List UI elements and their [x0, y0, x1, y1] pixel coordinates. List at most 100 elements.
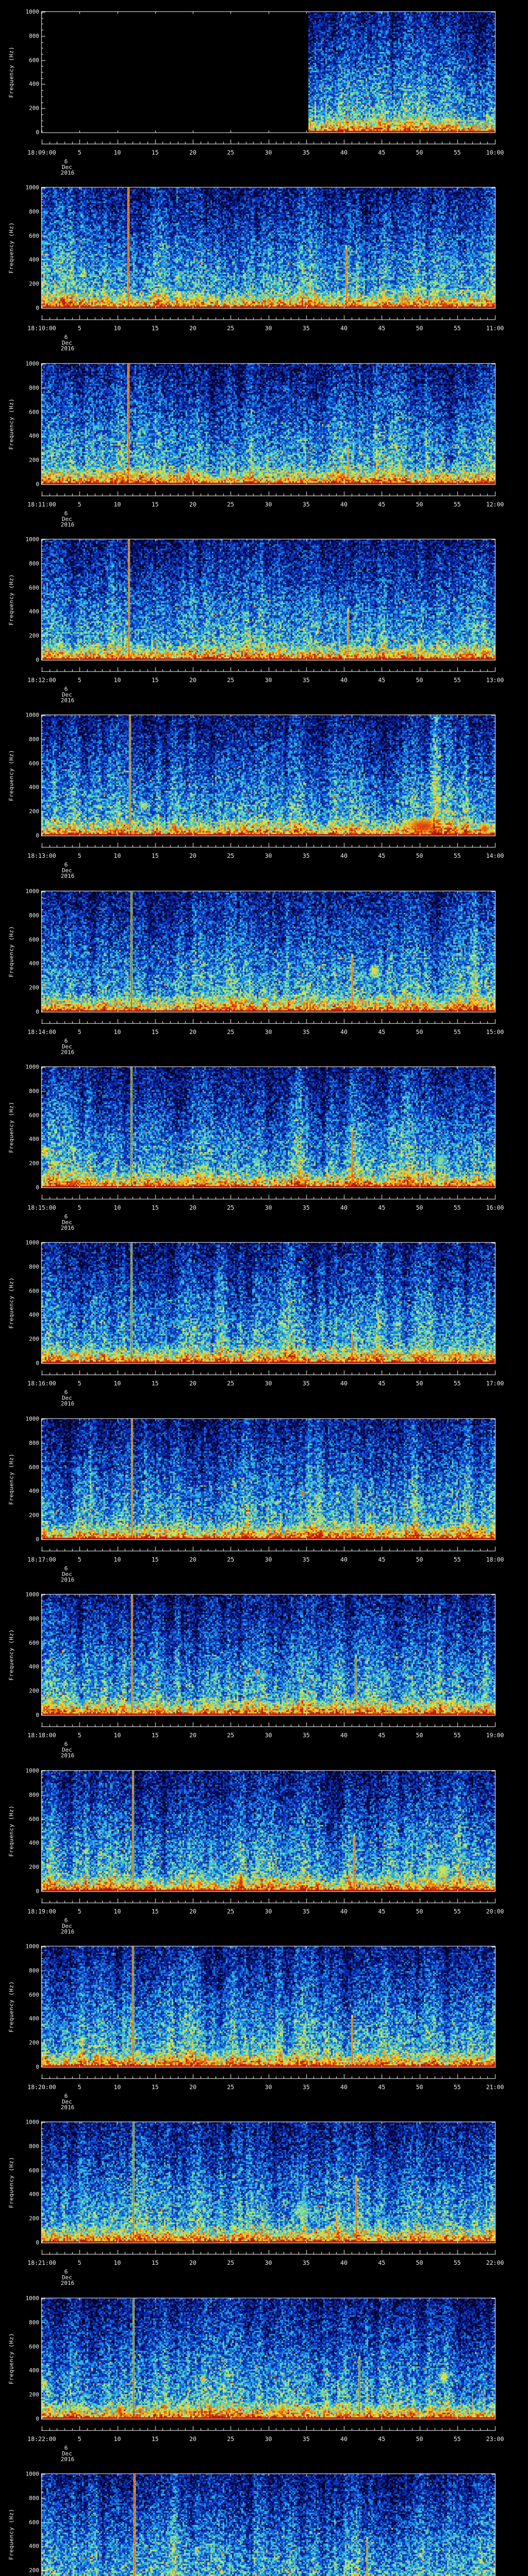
x-tick-label: 55 [453, 1204, 461, 1211]
y-tick-label: 0 [36, 1008, 39, 1015]
x-tick-label: 55 [453, 852, 461, 859]
x-tick-label: 55 [453, 149, 461, 156]
x-tick-label: 50 [416, 149, 423, 156]
x-tick-label: 10 [113, 676, 121, 684]
x-tick-label: 15 [151, 1732, 159, 1739]
start-time-label: 18:20:00 [27, 2083, 56, 2091]
start-time-label: 18:22:00 [27, 2435, 56, 2443]
x-tick-label: 50 [416, 325, 423, 332]
y-tick-label: 800 [29, 560, 39, 567]
x-tick-label: 55 [453, 1028, 461, 1036]
y-tick-label: 1000 [25, 2470, 40, 2478]
y-tick-label: 400 [29, 1136, 39, 1143]
y-tick-label: 1000 [25, 360, 40, 367]
x-tick-label: 25 [227, 1380, 235, 1387]
y-tick-label: 200 [29, 105, 39, 112]
y-tick-label: 400 [29, 960, 39, 967]
x-tick-label: 55 [453, 2259, 461, 2266]
start-time-label: 18:17:00 [27, 1556, 56, 1563]
y-tick-label: 400 [29, 80, 39, 88]
start-time-label: 18:15:00 [27, 1204, 56, 1211]
date-year: 2016 [60, 873, 75, 879]
y-tick-label: 200 [29, 2567, 39, 2574]
y-tick-label: 800 [29, 1263, 39, 1270]
x-tick-label: 25 [227, 1908, 235, 1915]
x-tick-label: 30 [265, 325, 272, 332]
x-tick-label: 35 [302, 325, 310, 332]
x-tick-label: 45 [378, 1380, 386, 1387]
x-tick-label: 5 [77, 2259, 81, 2266]
x-tick-label: 30 [265, 1028, 272, 1036]
x-tick-label: 5 [77, 1028, 81, 1036]
y-axis-title: Frequency (Hz) [8, 926, 15, 977]
end-time-label: 20:00 [486, 1908, 504, 1915]
date-year: 2016 [60, 170, 75, 176]
x-tick-label: 5 [77, 2435, 81, 2443]
start-time-label: 18:19:00 [27, 1908, 56, 1915]
x-tick-label: 10 [113, 852, 121, 859]
date-year: 2016 [60, 345, 75, 352]
x-tick-label: 55 [453, 1556, 461, 1563]
x-tick-label: 25 [227, 2083, 235, 2091]
start-time-label: 18:21:00 [27, 2259, 56, 2266]
y-tick-label: 1000 [25, 711, 40, 719]
start-time-label: 18:14:00 [27, 1028, 56, 1036]
x-tick-label: 10 [113, 2435, 121, 2443]
y-axis-title: Frequency (Hz) [8, 1277, 15, 1329]
x-tick-label: 20 [189, 676, 196, 684]
x-tick-label: 40 [340, 325, 348, 332]
x-tick-label: 40 [340, 676, 348, 684]
x-tick-label: 35 [302, 501, 310, 508]
y-tick-label: 600 [29, 409, 39, 416]
y-tick-label: 0 [36, 2239, 39, 2246]
y-tick-label: 800 [29, 208, 39, 215]
y-tick-label: 200 [29, 1863, 39, 1871]
x-tick-label: 35 [302, 676, 310, 684]
y-tick-label: 0 [36, 1360, 39, 1367]
spectrogram-panel: Frequency (Hz) 0 200 400 600 800 1000 5 10 15 20… [0, 1583, 528, 1759]
y-tick-label: 600 [29, 57, 39, 64]
y-tick-label: 600 [29, 584, 39, 591]
y-tick-label: 0 [36, 129, 39, 136]
end-time-label: 23:00 [486, 2435, 504, 2443]
spectrogram-panel: Frequency (Hz) 0 200 400 600 800 1000 5 10 15 20… [0, 2286, 528, 2463]
end-time-label: 19:00 [486, 1732, 504, 1739]
x-tick-label: 10 [113, 1732, 121, 1739]
y-tick-label: 600 [29, 2519, 39, 2526]
date-year: 2016 [60, 1752, 75, 1759]
x-tick-label: 20 [189, 852, 196, 859]
x-tick-label: 55 [453, 325, 461, 332]
x-tick-label: 50 [416, 852, 423, 859]
x-tick-label: 10 [113, 1908, 121, 1915]
y-tick-label: 200 [29, 808, 39, 815]
y-tick-label: 800 [29, 2143, 39, 2150]
x-tick-label: 20 [189, 149, 196, 156]
y-tick-label: 800 [29, 2495, 39, 2502]
x-tick-label: 40 [340, 1732, 348, 1739]
end-time-label: 22:00 [486, 2259, 504, 2266]
x-tick-label: 35 [302, 2435, 310, 2443]
y-tick-label: 400 [29, 2543, 39, 2550]
start-time-label: 18:13:00 [27, 852, 56, 859]
y-tick-label: 400 [29, 1311, 39, 1318]
x-tick-label: 25 [227, 501, 235, 508]
x-tick-label: 15 [151, 501, 159, 508]
x-tick-label: 45 [378, 676, 386, 684]
date-year: 2016 [60, 2456, 75, 2463]
start-time-label: 18:10:00 [27, 325, 56, 332]
x-tick-label: 40 [340, 1204, 348, 1211]
y-tick-label: 200 [29, 2039, 39, 2046]
y-tick-label: 600 [29, 2167, 39, 2174]
x-tick-label: 35 [302, 149, 310, 156]
y-tick-label: 800 [29, 1088, 39, 1095]
y-tick-label: 400 [29, 608, 39, 615]
spectrogram-panel: Frequency (Hz) 0 200 400 600 800 1000 5 10 15 20… [0, 2110, 528, 2286]
x-tick-label: 15 [151, 149, 159, 156]
x-tick-label: 25 [227, 2435, 235, 2443]
x-tick-label: 50 [416, 2083, 423, 2091]
x-tick-label: 45 [378, 1908, 386, 1915]
y-tick-label: 600 [29, 760, 39, 767]
x-tick-label: 25 [227, 852, 235, 859]
y-tick-label: 600 [29, 1991, 39, 1998]
spectrogram-panel: Frequency (Hz) 0 200 400 600 800 1000 5 10 15 20… [0, 1935, 528, 2111]
